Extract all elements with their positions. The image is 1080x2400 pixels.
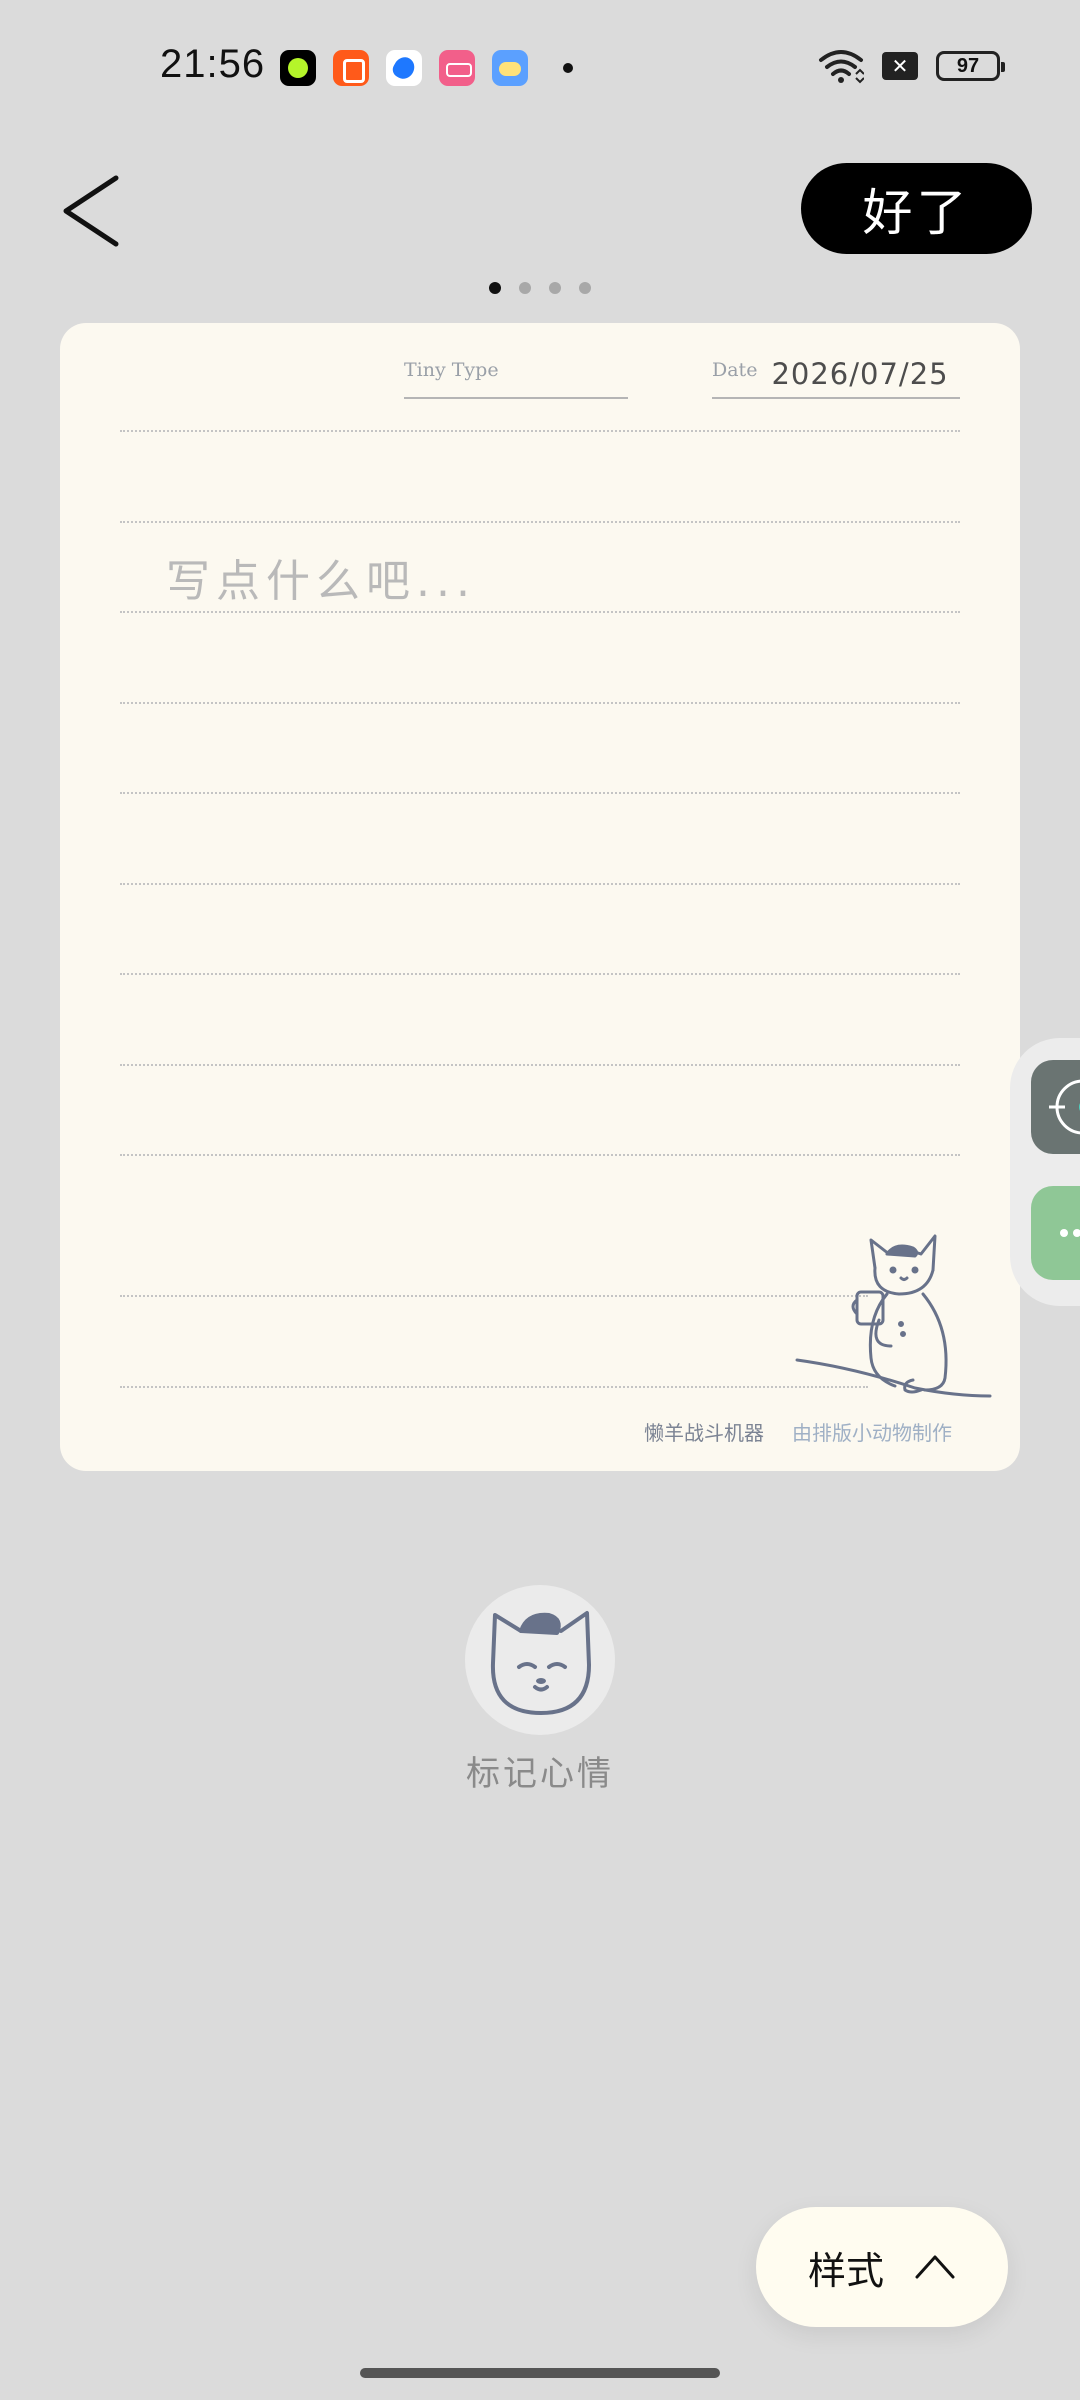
bilibili-icon <box>439 50 475 86</box>
ruled-line <box>120 973 960 975</box>
chat-bubble-button[interactable] <box>1031 1186 1080 1280</box>
ruled-line <box>120 430 960 432</box>
target-icon <box>1049 1079 1080 1135</box>
note-body-placeholder[interactable]: 写点什么吧... <box>166 545 476 609</box>
no-sim-icon: ✕ <box>882 52 918 80</box>
wifi-icon <box>819 50 864 84</box>
ruled-line <box>120 792 960 794</box>
status-bar: 21:56 ✕ 97 <box>0 0 1080 136</box>
page-dot-3[interactable] <box>549 282 561 294</box>
ruled-line <box>120 1386 868 1388</box>
note-card[interactable]: Tiny Type Date 2026/07/25 写点什么吧... 懒羊战斗机… <box>60 323 1020 1471</box>
date-value: 2026/07/25 <box>771 357 949 391</box>
page-dot-1[interactable] <box>489 282 501 294</box>
mood-label: 标记心情 <box>466 1754 614 1794</box>
ruled-line <box>120 702 960 704</box>
browser-icon <box>386 50 422 86</box>
author-name: 懒羊战斗机器 <box>644 1421 764 1445</box>
template-credit: 由排版小动物制作 <box>792 1421 952 1445</box>
page-dot-4[interactable] <box>579 282 591 294</box>
more-notifications-dot <box>563 63 573 73</box>
back-button[interactable] <box>56 166 136 256</box>
style-button[interactable]: 样式 <box>756 2207 1008 2327</box>
page-indicator <box>0 282 1080 294</box>
ruled-line <box>120 1064 960 1066</box>
date-label: Date <box>712 359 758 381</box>
card-footer: 懒羊战斗机器 由排版小动物制作 <box>644 1417 952 1446</box>
sleepy-cat-face-icon <box>490 1611 591 1715</box>
ruled-line <box>120 883 960 885</box>
style-button-label: 样式 <box>807 2248 884 2293</box>
video-app-icon <box>333 50 369 86</box>
notification-icons <box>280 50 573 86</box>
cat-drinking-coffee-icon <box>795 1234 992 1398</box>
ruled-line <box>120 1154 960 1156</box>
battery-icon: 97 <box>936 51 1005 81</box>
app-icon <box>280 50 316 86</box>
type-label: Tiny Type <box>404 359 499 381</box>
ruled-line <box>120 1295 868 1297</box>
ruled-line <box>120 611 960 613</box>
mood-button[interactable] <box>465 1585 615 1735</box>
ruled-line <box>120 521 960 523</box>
done-button[interactable]: 好了 <box>801 163 1032 254</box>
page-dot-2[interactable] <box>519 282 531 294</box>
more-dots-icon <box>1060 1229 1080 1237</box>
status-right: ✕ 97 <box>818 48 1005 84</box>
home-indicator[interactable] <box>360 2368 720 2378</box>
date-field[interactable]: Date 2026/07/25 <box>712 357 960 399</box>
weather-icon <box>492 50 528 86</box>
status-time: 21:56 <box>160 42 266 86</box>
chevron-up-icon <box>915 2255 955 2279</box>
back-arrow-icon <box>63 175 119 247</box>
type-field[interactable]: Tiny Type <box>404 359 628 399</box>
screen-assist-button[interactable] <box>1031 1060 1080 1154</box>
